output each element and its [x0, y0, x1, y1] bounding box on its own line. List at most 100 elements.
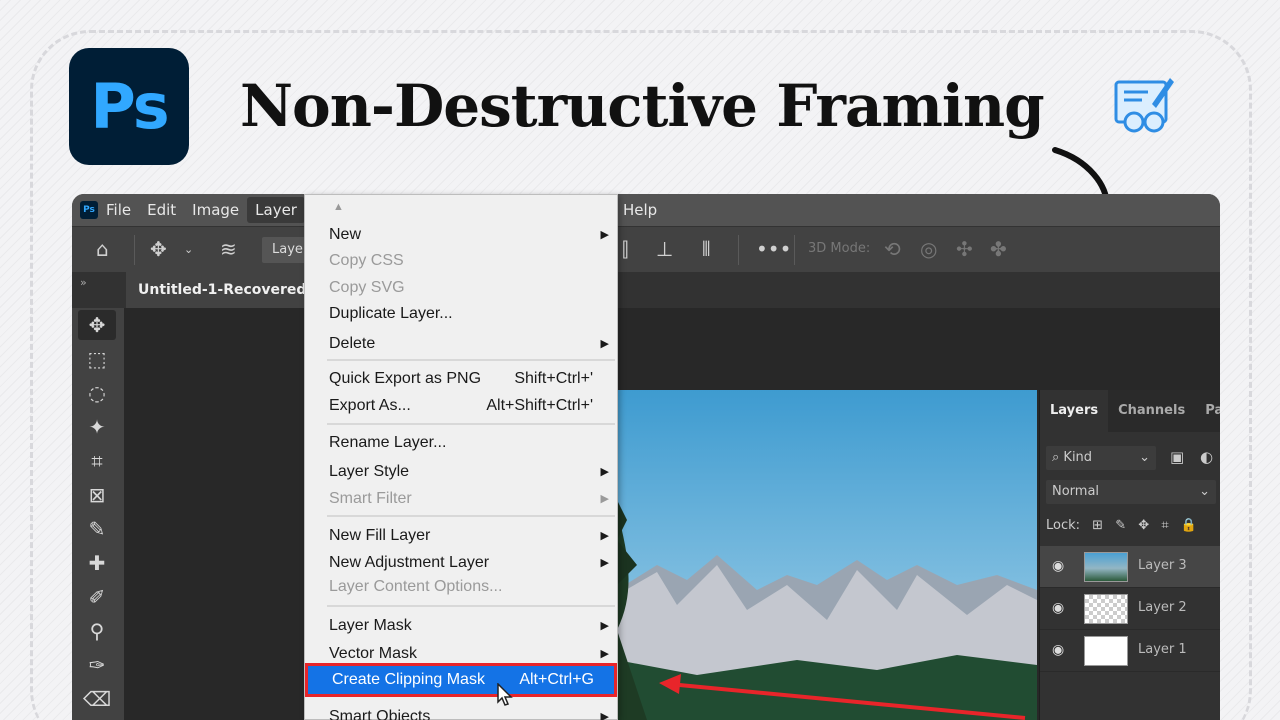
auto-select-field[interactable]: Layer — [262, 237, 308, 263]
document-tab-bar: » Untitled-1-Recovered @ — [72, 272, 1220, 308]
healing-brush-tool-icon[interactable]: ✚ — [78, 548, 116, 578]
submenu-arrow-icon: ▶ — [600, 530, 609, 542]
tab-channels[interactable]: Channels — [1108, 390, 1195, 432]
blend-mode-select[interactable]: Normal ⌄ — [1046, 480, 1216, 504]
menu-item-copy-svg: Copy SVG — [305, 276, 617, 300]
layer-row[interactable]: ◉ Layer 1 — [1040, 630, 1220, 672]
3d-pan-icon[interactable]: ✣ — [956, 237, 973, 261]
menu-item-new[interactable]: New ▶ — [305, 223, 617, 247]
submenu-arrow-icon: ▶ — [600, 711, 609, 720]
brush-tool-icon[interactable]: ✐ — [78, 582, 116, 612]
submenu-arrow-icon: ▶ — [600, 229, 609, 241]
marquee-tool-icon[interactable]: ⬚ — [78, 344, 116, 374]
menu-item-quick-export[interactable]: Quick Export as PNG Shift+Ctrl+' — [305, 367, 617, 391]
image-filter-icon[interactable]: ▣ — [1170, 448, 1184, 466]
frame-tool-icon[interactable]: ⊠ — [78, 480, 116, 510]
lock-artboard-icon[interactable]: ⌗ — [1161, 518, 1168, 533]
magic-wand-tool-icon[interactable]: ✦ — [78, 412, 116, 442]
menu-item-duplicate-layer[interactable]: Duplicate Layer... — [305, 302, 617, 326]
photoshop-logo: Ps — [69, 48, 189, 165]
eye-icon[interactable]: ◉ — [1052, 642, 1064, 658]
blend-mode-label: Normal — [1052, 484, 1100, 499]
menu-item-smart-objects[interactable]: Smart Objects ▶ — [305, 705, 617, 720]
menu-item-create-clipping-mask[interactable]: Create Clipping Mask Alt+Ctrl+G — [305, 663, 617, 697]
scroll-up-icon[interactable]: ▲ — [333, 201, 344, 213]
tab-paths[interactable]: Path — [1195, 390, 1220, 432]
layer-thumbnail — [1084, 636, 1128, 666]
layer-menu-dropdown: ▲ New ▶ Copy CSS Copy SVG Duplicate Layer… — [304, 194, 618, 720]
lock-transparent-icon[interactable]: ⊞ — [1092, 518, 1103, 533]
eye-icon[interactable]: ◉ — [1052, 600, 1064, 616]
more-options-icon[interactable]: ••• — [756, 237, 791, 261]
layer-filter-kind[interactable]: ⌕ Kind ⌄ — [1046, 446, 1156, 470]
submenu-arrow-icon: ▶ — [600, 493, 609, 505]
eraser-tool-icon[interactable]: ⌫ — [78, 684, 116, 714]
lock-position-icon[interactable]: ✥ — [1138, 518, 1149, 533]
certificate-icon — [1114, 78, 1174, 133]
lasso-tool-icon[interactable]: ◌ — [78, 378, 116, 408]
home-icon[interactable]: ⌂ — [96, 237, 109, 261]
align-middle-icon[interactable]: ⫿ — [622, 237, 628, 261]
3d-orbit-icon[interactable]: ⟲ — [884, 237, 901, 261]
search-icon: ⌕ — [1052, 450, 1064, 465]
kind-label: Kind — [1063, 450, 1093, 465]
adjustment-filter-icon[interactable]: ◐ — [1200, 448, 1213, 466]
lock-pixels-icon[interactable]: ✎ — [1115, 518, 1126, 533]
document-tab[interactable]: Untitled-1-Recovered @ — [126, 272, 306, 308]
menu-item-label: Smart Objects — [329, 708, 431, 720]
layer-name: Layer 2 — [1138, 600, 1187, 615]
eyedropper-tool-icon[interactable]: ✎ — [78, 514, 116, 544]
chevron-down-icon[interactable]: ⌄ — [184, 243, 193, 256]
menu-separator — [327, 359, 615, 361]
lock-all-icon[interactable]: 🔒 — [1181, 518, 1197, 533]
3d-slide-icon[interactable]: ✤ — [990, 237, 1007, 261]
3d-roll-icon[interactable]: ◎ — [920, 237, 937, 261]
menu-item-layer-content-options: Layer Content Options... — [305, 575, 617, 599]
menu-item-label: Duplicate Layer... — [329, 305, 453, 322]
crop-tool-icon[interactable]: ⌗ — [78, 446, 116, 476]
menu-item-shortcut: Alt+Shift+Ctrl+' — [486, 397, 593, 414]
move-tool-icon[interactable]: ✥ — [78, 310, 116, 340]
menu-item-layer-mask[interactable]: Layer Mask ▶ — [305, 614, 617, 638]
menu-separator — [327, 423, 615, 425]
photoshop-window: Ps File Edit Image Layer Help ⌂ ✥ ⌄ ≋ La… — [72, 194, 1220, 720]
layers-auto-select-icon[interactable]: ≋ — [220, 237, 237, 261]
menu-help[interactable]: Help — [615, 197, 665, 223]
history-brush-tool-icon[interactable]: ✑ — [78, 650, 116, 680]
menu-item-label: Copy SVG — [329, 279, 405, 296]
eye-icon[interactable]: ◉ — [1052, 558, 1064, 574]
menu-edit[interactable]: Edit — [139, 197, 184, 223]
menu-item-label: Create Clipping Mask — [332, 671, 485, 688]
lock-row: Lock: ⊞ ✎ ✥ ⌗ 🔒 — [1046, 518, 1197, 533]
options-bar: ⌂ ✥ ⌄ ≋ Layer ⫿ ⊥ ⫴ ••• 3D Mode: ⟲ ◎ ✣ ✤ — [72, 226, 1220, 272]
align-bottom-icon[interactable]: ⊥ — [656, 237, 673, 261]
layer-name: Layer 3 — [1138, 558, 1187, 573]
menu-item-layer-style[interactable]: Layer Style ▶ — [305, 460, 617, 484]
chevron-down-icon: ⌄ — [1199, 484, 1210, 499]
menu-file[interactable]: File — [98, 197, 139, 223]
submenu-arrow-icon: ▶ — [600, 620, 609, 632]
menu-item-new-fill-layer[interactable]: New Fill Layer ▶ — [305, 524, 617, 548]
options-separator — [738, 235, 739, 265]
distribute-icon[interactable]: ⫴ — [702, 237, 710, 261]
menu-item-shortcut: Shift+Ctrl+' — [514, 370, 593, 387]
tab-layers[interactable]: Layers — [1040, 390, 1109, 432]
layer-row[interactable]: ◉ Layer 2 — [1040, 588, 1220, 630]
layers-panel: Layers Channels Path ⌕ Kind ⌄ ▣ ◐ Normal… — [1039, 390, 1220, 720]
menu-item-label: Copy CSS — [329, 252, 404, 269]
chevron-down-icon: ⌄ — [1139, 450, 1150, 465]
menu-item-label: New — [329, 226, 362, 243]
menu-item-delete[interactable]: Delete ▶ — [305, 332, 617, 356]
red-pointer-arrow — [659, 674, 1026, 720]
options-separator — [794, 235, 795, 265]
menu-item-rename-layer[interactable]: Rename Layer... — [305, 431, 617, 455]
menu-item-new-adjustment-layer[interactable]: New Adjustment Layer ▶ — [305, 551, 617, 575]
ps-app-icon: Ps — [80, 201, 98, 219]
move-icon[interactable]: ✥ — [150, 237, 167, 261]
menu-item-export-as[interactable]: Export As... Alt+Shift+Ctrl+' — [305, 394, 617, 418]
clone-stamp-tool-icon[interactable]: ⚲ — [78, 616, 116, 646]
menu-image[interactable]: Image — [184, 197, 247, 223]
layer-row[interactable]: ◉ Layer 3 — [1040, 546, 1220, 588]
menu-layer[interactable]: Layer — [247, 197, 305, 223]
collapse-panels-icon[interactable]: » — [80, 276, 87, 289]
